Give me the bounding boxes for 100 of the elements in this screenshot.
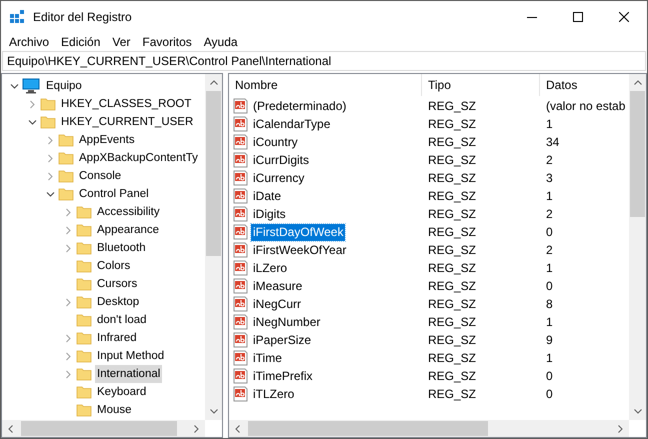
scroll-down-icon: [634, 409, 642, 414]
tree-item[interactable]: HKEY_CLASSES_ROOT: [59, 95, 194, 113]
close-icon: [619, 12, 629, 22]
tree-item[interactable]: Accessibility: [95, 203, 162, 221]
tree-item[interactable]: Desktop: [95, 293, 142, 311]
tree-item[interactable]: Control Panel: [77, 185, 151, 203]
string-value-icon: [233, 350, 249, 366]
value-name[interactable]: iNegCurr: [251, 296, 304, 312]
string-value-icon: [233, 188, 249, 204]
vertical-scrollbar[interactable]: [629, 74, 646, 420]
horizontal-scrollbar[interactable]: [229, 420, 629, 437]
menu-item[interactable]: Archivo: [3, 32, 56, 51]
table-cell-text: 1: [545, 116, 554, 133]
scrollbar-thumb[interactable]: [21, 421, 177, 436]
scroll-up-icon: [634, 80, 642, 85]
value-name[interactable]: iTLZero: [251, 386, 296, 402]
value-name[interactable]: iCurrDigits: [251, 152, 312, 168]
horizontal-scrollbar[interactable]: [2, 420, 205, 437]
maximize-icon: [573, 12, 583, 22]
tree-item[interactable]: AppXBackupContentTy: [77, 149, 200, 167]
scrollbar-thumb[interactable]: [630, 91, 645, 217]
table-cell-text: REG_SZ: [427, 224, 478, 241]
column-header[interactable]: Tipo: [422, 74, 540, 96]
folder-icon: [76, 348, 92, 364]
menu-item[interactable]: Ver: [106, 32, 136, 51]
table-cell-text: 9: [545, 332, 554, 349]
value-name[interactable]: iMeasure: [251, 278, 304, 294]
tree-item[interactable]: AppEvents: [77, 131, 137, 149]
table-cell-text: REG_SZ: [427, 296, 478, 313]
folder-icon: [76, 312, 92, 328]
table-cell-text: 0: [545, 368, 554, 385]
tree-item[interactable]: Colors: [95, 257, 132, 275]
menu-item[interactable]: Edición: [55, 32, 106, 51]
tree-item[interactable]: Bluetooth: [95, 239, 148, 257]
string-value-icon: [233, 332, 249, 348]
tree-item[interactable]: Console: [77, 167, 124, 185]
folder-icon: [58, 150, 74, 166]
table-cell-text: REG_SZ: [427, 170, 478, 187]
table-cell-text: REG_SZ: [427, 98, 478, 115]
string-value-icon: [233, 368, 249, 384]
value-name[interactable]: iLZero: [251, 260, 290, 276]
tree-item[interactable]: International: [95, 365, 162, 383]
table-cell-text: (valor no estab: [545, 98, 626, 115]
string-value-icon: [233, 386, 249, 402]
table-cell-text: 8: [545, 296, 554, 313]
folder-icon: [76, 240, 92, 256]
value-name[interactable]: iFirstWeekOfYear: [251, 242, 348, 258]
scroll-left-icon: [8, 424, 13, 432]
table-cell-text: REG_SZ: [427, 206, 478, 223]
menu-item[interactable]: Ayuda: [198, 32, 244, 51]
value-name[interactable]: iTimePrefix: [251, 368, 315, 384]
folder-icon: [76, 330, 92, 346]
table-cell-text: REG_SZ: [427, 260, 478, 277]
tree-item[interactable]: Keyboard: [95, 383, 148, 401]
value-name[interactable]: iCalendarType: [251, 116, 332, 132]
value-name[interactable]: iDigits: [251, 206, 288, 222]
folder-icon: [58, 168, 74, 184]
value-name[interactable]: iCurrency: [251, 170, 306, 186]
table-cell-text: REG_SZ: [427, 368, 478, 385]
table-cell-text: 2: [545, 206, 554, 223]
folder-icon: [40, 96, 56, 112]
folder-icon: [40, 114, 56, 130]
folder-icon: [76, 204, 92, 220]
tree-item[interactable]: Appearance: [95, 221, 162, 239]
scroll-left-icon: [235, 424, 240, 432]
scroll-right-icon: [618, 424, 623, 432]
value-name[interactable]: iNegNumber: [251, 314, 322, 330]
vertical-scrollbar[interactable]: [205, 74, 222, 420]
tree-item[interactable]: Mouse: [95, 401, 134, 419]
table-cell-text: 2: [545, 242, 554, 259]
scrollbar-thumb[interactable]: [206, 91, 221, 256]
tree-item[interactable]: Cursors: [95, 275, 140, 293]
table-cell-text: 34: [545, 134, 560, 151]
table-cell-text: 2: [545, 152, 554, 169]
table-cell-text: 1: [545, 350, 554, 367]
string-value-icon: [233, 152, 249, 168]
tree-item[interactable]: Equipo: [44, 77, 84, 95]
string-value-icon: [233, 134, 249, 150]
folder-icon: [76, 258, 92, 274]
string-value-icon: [233, 206, 249, 222]
table-cell-text: 0: [545, 224, 554, 241]
table-cell-text: REG_SZ: [427, 350, 478, 367]
scrollbar-thumb[interactable]: [248, 421, 488, 436]
value-name[interactable]: iFirstDayOfWeek: [251, 224, 346, 240]
value-name[interactable]: iTime: [251, 350, 284, 366]
scroll-right-icon: [194, 424, 199, 432]
tree-item[interactable]: don't load: [95, 311, 149, 329]
value-name[interactable]: (Predeterminado): [251, 98, 348, 114]
tree-item[interactable]: Input Method: [95, 347, 166, 365]
value-name[interactable]: iCountry: [251, 134, 300, 150]
address-bar[interactable]: Equipo\HKEY_CURRENT_USER\Control Panel\International: [2, 51, 646, 71]
tree-item[interactable]: HKEY_CURRENT_USER: [59, 113, 196, 131]
value-name[interactable]: iPaperSize: [251, 332, 314, 348]
tree-item[interactable]: Infrared: [95, 329, 139, 347]
column-header[interactable]: Nombre: [229, 74, 422, 96]
table-cell-text: 0: [545, 386, 554, 403]
value-name[interactable]: iDate: [251, 188, 284, 204]
string-value-icon: [233, 314, 249, 330]
menu-item[interactable]: Favoritos: [136, 32, 198, 51]
string-value-icon: [233, 170, 249, 186]
